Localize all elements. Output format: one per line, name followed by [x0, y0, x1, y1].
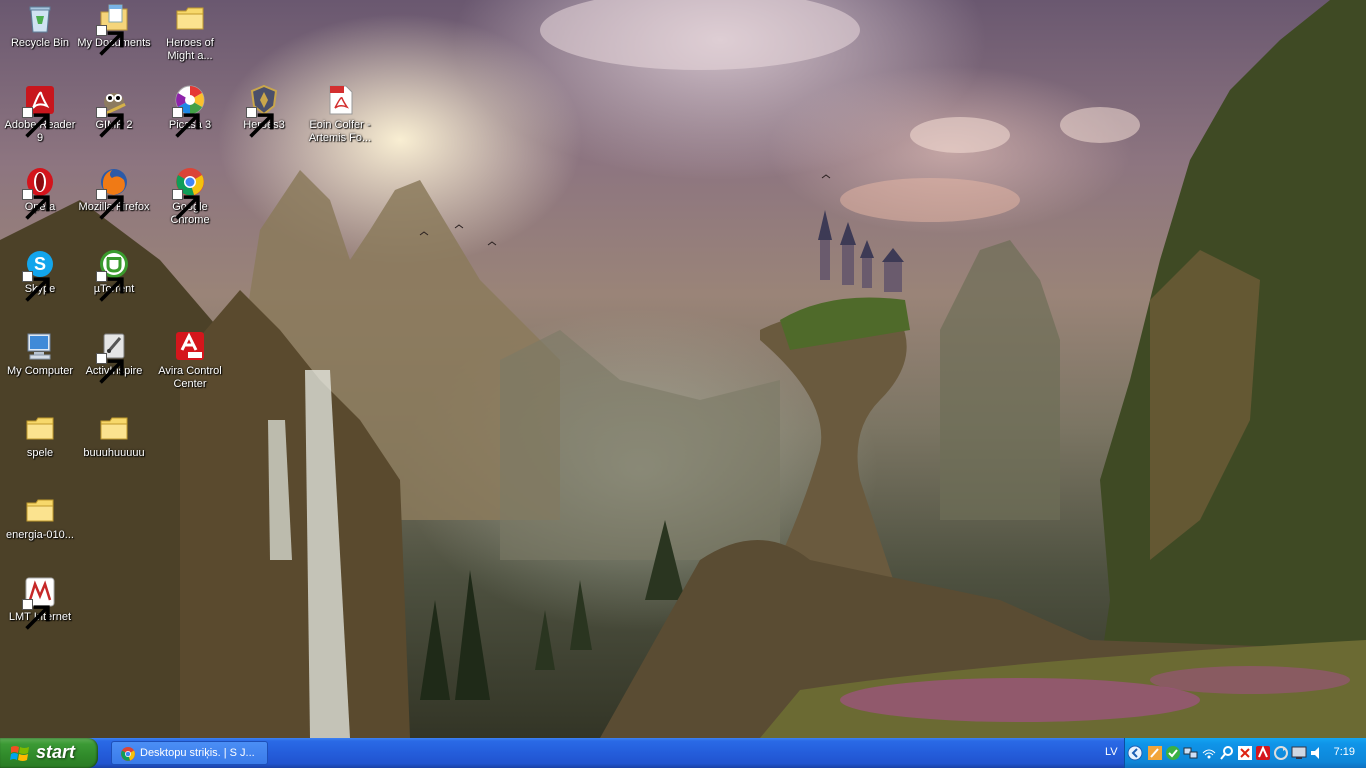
shortcut-arrow-icon — [96, 25, 124, 56]
desktop-icon-buuuhuuuuu-folder[interactable]: buuuhuuuuu — [76, 412, 152, 492]
activinspire-icon — [96, 330, 130, 384]
language-indicator[interactable]: LV — [1105, 746, 1118, 758]
start-label: start — [36, 742, 76, 762]
desktop-icon-picasa[interactable]: Picasa 3 — [152, 84, 228, 164]
close-app-icon[interactable] — [1237, 745, 1253, 761]
desktop-icon-spele-folder[interactable]: spele — [2, 412, 78, 492]
desktop-icon-my-documents[interactable]: My Documents — [76, 2, 152, 82]
pdf-file-icon — [324, 84, 356, 116]
folder-icon — [174, 2, 206, 34]
desktop-icon-pdf-file[interactable]: Eoin Colfer - Artemis Fo... — [302, 84, 378, 164]
heroes3-icon — [246, 84, 280, 138]
desktop-icon-label: Heroes of Might a... — [166, 37, 214, 62]
desktop-icon-opera[interactable]: Opera — [2, 166, 78, 246]
refresh-icon[interactable] — [1273, 745, 1289, 761]
chrome-icon — [172, 166, 206, 220]
desktop-icon-label: Recycle Bin — [10, 37, 70, 49]
folder-icon — [98, 412, 130, 444]
gimp-icon — [96, 84, 130, 138]
shortcut-arrow-icon — [22, 107, 50, 138]
desktop-icon-lmt-internet[interactable]: LMT Internet — [2, 576, 78, 656]
desktop[interactable]: Recycle Bin My Documents Heroes of Might… — [0, 0, 1366, 738]
desktop-icon-label: energia-010... — [6, 529, 74, 541]
volume-icon[interactable] — [1309, 745, 1325, 761]
security-check-icon[interactable] — [1165, 745, 1181, 761]
shortcut-arrow-icon — [96, 107, 124, 138]
desktop-icon-skype[interactable]: S Skype — [2, 248, 78, 328]
chrome-icon — [121, 747, 135, 761]
folder-icon — [24, 494, 56, 526]
taskbar: start Desktopu striķis. | S J... LV 7:19 — [0, 738, 1366, 768]
lmt-internet-icon — [22, 576, 56, 630]
start-button[interactable]: start — [0, 738, 98, 768]
adobe-reader-icon — [22, 84, 56, 138]
desktop-icon-my-computer[interactable]: My Computer — [2, 330, 78, 410]
desktop-icon-label: Eoin Colfer - Artemis Fo... — [308, 119, 372, 144]
my-documents-icon — [96, 2, 130, 56]
shortcut-arrow-icon — [22, 599, 50, 630]
taskbar-item-chrome-window[interactable]: Desktopu striķis. | S J... — [111, 741, 268, 765]
network-icon[interactable] — [1183, 745, 1199, 761]
desktop-icon-recycle-bin[interactable]: Recycle Bin — [2, 2, 78, 82]
shortcut-arrow-icon — [22, 271, 50, 302]
desktop-icon-heroes-folder[interactable]: Heroes of Might a... — [152, 2, 228, 82]
shortcut-arrow-icon — [246, 107, 274, 138]
picasa-icon — [172, 84, 206, 138]
desktop-icon-gimp[interactable]: GIMP 2 — [76, 84, 152, 164]
svg-text:S: S — [34, 254, 46, 274]
windows-logo-icon — [10, 746, 29, 761]
firefox-icon — [96, 166, 130, 220]
wireless-icon[interactable] — [1201, 745, 1217, 761]
shortcut-arrow-icon — [96, 189, 124, 220]
edit-tray-icon[interactable] — [1147, 745, 1163, 761]
desktop-icon-adobe-reader[interactable]: Adobe Reader 9 — [2, 84, 78, 164]
desktop-icon-energia-folder[interactable]: energia-010... — [2, 494, 78, 574]
shortcut-arrow-icon — [172, 189, 200, 220]
shortcut-arrow-icon — [96, 353, 124, 384]
avira-icon — [174, 330, 206, 362]
opera-icon — [22, 166, 56, 220]
desktop-icon-label: My Computer — [6, 365, 74, 377]
utorrent-icon — [96, 248, 130, 302]
desktop-icon-heroes3[interactable]: Heroes3 — [226, 84, 302, 164]
recycle-bin-icon — [24, 2, 56, 34]
clock[interactable]: 7:19 — [1334, 746, 1355, 758]
desktop-icon-label: Avira Control Center — [158, 365, 222, 390]
desktop-icon-utorrent[interactable]: µTorrent — [76, 248, 152, 328]
desktop-icon-avira[interactable]: Avira Control Center — [152, 330, 228, 410]
taskbar-item-label: Desktopu striķis. | S J... — [140, 747, 255, 759]
desktop-icon-activinspire[interactable]: ActivInspire — [76, 330, 152, 410]
system-tray: 7:19 — [1124, 738, 1366, 768]
desktop-icon-chrome[interactable]: Google Chrome — [152, 166, 228, 246]
shortcut-arrow-icon — [172, 107, 200, 138]
desktop-icon-label: buuuhuuuuu — [83, 447, 145, 459]
my-computer-icon — [24, 330, 56, 362]
monitor-icon[interactable] — [1291, 745, 1307, 761]
shortcut-arrow-icon — [96, 271, 124, 302]
avira-tray-icon[interactable] — [1255, 745, 1271, 761]
folder-icon — [24, 412, 56, 444]
shortcut-arrow-icon — [22, 189, 50, 220]
show-hidden-icons-chevron-icon[interactable] — [1127, 745, 1143, 761]
desktop-icon-firefox[interactable]: Mozilla Firefox — [76, 166, 152, 246]
search-icon[interactable] — [1219, 745, 1235, 761]
desktop-icon-label: spele — [26, 447, 54, 459]
skype-icon: S — [22, 248, 56, 302]
